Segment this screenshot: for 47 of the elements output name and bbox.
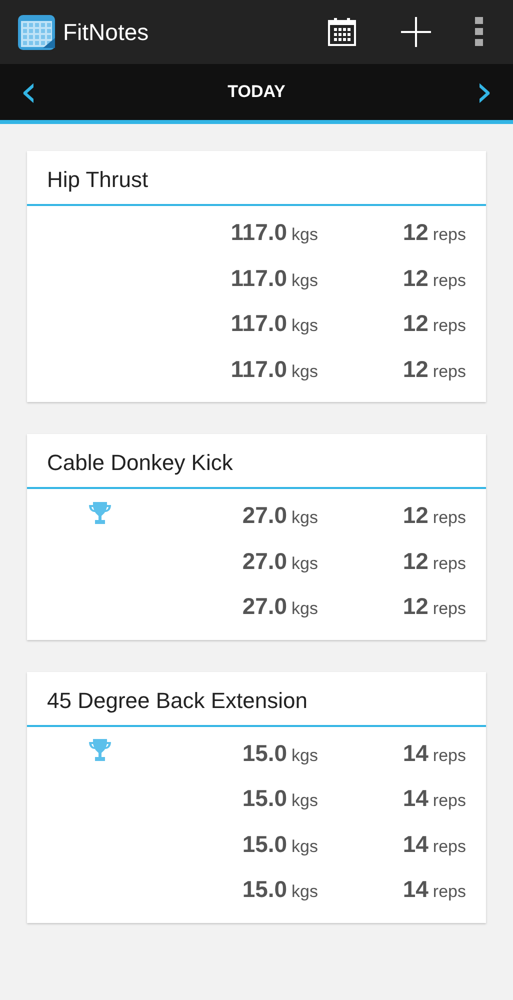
set-row[interactable]: 117.0 kgs 12 reps <box>27 346 486 392</box>
weight-value: 117.0 kgs <box>230 219 318 246</box>
set-row[interactable]: 15.0 kgs 14 reps <box>27 730 486 776</box>
next-day-button[interactable]: › <box>471 70 497 114</box>
set-row[interactable]: 15.0 kgs 14 reps <box>27 822 486 867</box>
exercise-card[interactable]: 45 Degree Back Extension 15.0 kgs 14 reps 15.0 kgs 14 reps 15.0 kgs 14 reps 15.0 kgs 14 reps <box>27 672 486 922</box>
exercise-title: Cable Donkey Kick <box>27 434 486 489</box>
calendar-icon[interactable] <box>327 17 357 47</box>
set-row[interactable]: 27.0 kgs 12 reps <box>27 538 486 584</box>
weight-value: 117.0 kgs <box>230 264 318 292</box>
reps-value: 12 reps <box>402 264 466 292</box>
set-row[interactable]: 117.0 kgs 12 reps <box>27 210 486 256</box>
reps-value: 14 reps <box>402 830 466 858</box>
weight-value: 27.0 kgs <box>242 593 318 620</box>
set-row[interactable]: 15.0 kgs 14 reps <box>27 776 486 822</box>
reps-value: 12 reps <box>402 356 466 383</box>
reps-value: 14 reps <box>402 740 466 767</box>
add-icon[interactable] <box>401 17 431 47</box>
more-menu-icon[interactable] <box>475 17 483 47</box>
reps-value: 14 reps <box>402 876 466 904</box>
reps-value: 12 reps <box>402 310 466 338</box>
reps-value: 14 reps <box>402 785 466 812</box>
weight-value: 15.0 kgs <box>242 830 318 858</box>
weight-value: 117.0 kgs <box>230 356 318 383</box>
set-row[interactable]: 27.0 kgs 12 reps <box>27 493 486 538</box>
weight-value: 27.0 kgs <box>242 502 318 530</box>
reps-value: 12 reps <box>402 502 466 530</box>
weight-value: 15.0 kgs <box>242 740 318 767</box>
reps-value: 12 reps <box>402 219 466 246</box>
exercise-title: 45 Degree Back Extension <box>27 672 486 726</box>
app-title: FitNotes <box>63 18 150 46</box>
weight-value: 27.0 kgs <box>242 548 318 575</box>
reps-value: 12 reps <box>402 548 466 575</box>
exercise-card[interactable]: Cable Donkey Kick 27.0 kgs 12 reps 27.0 kgs 12 reps 27.0 kgs 12 reps <box>27 434 486 640</box>
set-row[interactable]: 117.0 kgs 12 reps <box>27 301 486 346</box>
reps-value: 12 reps <box>402 593 466 620</box>
set-row[interactable]: 27.0 kgs 12 reps <box>27 584 486 630</box>
weight-value: 117.0 kgs <box>230 310 318 338</box>
date-label: TODAY <box>228 82 286 102</box>
set-row[interactable]: 117.0 kgs 12 reps <box>27 256 486 301</box>
weight-value: 15.0 kgs <box>242 876 318 904</box>
calendar-logo-icon <box>17 12 57 52</box>
exercise-title: Hip Thrust <box>27 151 486 206</box>
previous-day-button[interactable]: ‹ <box>16 70 42 114</box>
set-row[interactable]: 15.0 kgs 14 reps <box>27 867 486 912</box>
exercise-card[interactable]: Hip Thrust 117.0 kgs 12 reps 117.0 kgs 12 reps 117.0 kgs 12 reps 117.0 kgs 12 reps <box>27 151 486 402</box>
weight-value: 15.0 kgs <box>242 785 318 812</box>
